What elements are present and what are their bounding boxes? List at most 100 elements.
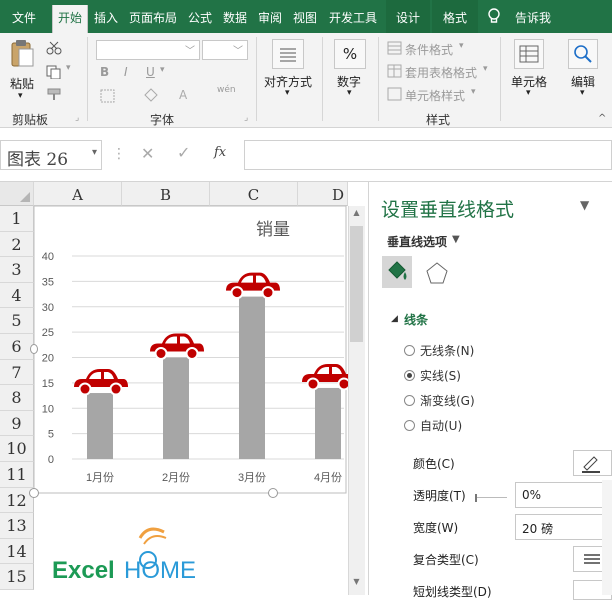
row-header-15[interactable]: 15	[0, 564, 34, 590]
color-picker-button[interactable]	[573, 450, 612, 476]
fill-line-tab[interactable]	[382, 256, 412, 288]
pentagon-effects-icon[interactable]	[425, 260, 449, 286]
section-collapse-icon[interactable]: ◢	[391, 314, 398, 324]
tab-view[interactable]: 视图	[288, 0, 322, 33]
chart-title[interactable]: 销量	[256, 220, 290, 239]
row-header-2[interactable]: 2	[0, 231, 34, 258]
enter-checkmark-icon[interactable]: ✓	[177, 143, 190, 162]
line-section-header[interactable]: 线条	[404, 311, 428, 328]
bar[interactable]	[315, 387, 341, 459]
transparency-slider-thumb[interactable]	[475, 494, 477, 502]
row-header-4[interactable]: 4	[0, 282, 34, 309]
bar[interactable]	[163, 357, 189, 460]
tab-chart-design[interactable]: 设计	[386, 0, 430, 33]
column-header-b[interactable]: B	[122, 182, 210, 206]
fill-color-icon[interactable]	[142, 87, 160, 103]
underline-dropdown-arrow[interactable]: ▾	[160, 65, 165, 75]
formula-input[interactable]	[244, 140, 612, 170]
column-header-d[interactable]: D	[298, 182, 348, 206]
radio-no-line-label[interactable]: 无线条(N)	[420, 342, 474, 359]
options-dropdown-arrow[interactable]: ▼	[452, 234, 460, 245]
scroll-down-icon[interactable]: ▼	[350, 577, 363, 589]
row-header-3[interactable]: 3	[0, 257, 34, 283]
transparency-input[interactable]: 0%	[515, 482, 612, 508]
tab-chart-format[interactable]: 格式	[432, 0, 478, 33]
chart-resize-handle[interactable]	[29, 488, 39, 498]
paste-dropdown-arrow[interactable]: ▾	[18, 91, 23, 101]
table-format-dropdown-arrow[interactable]: ▾	[483, 64, 488, 74]
bar[interactable]	[239, 296, 265, 459]
editing-dropdown-arrow[interactable]: ▾	[580, 88, 585, 98]
radio-gradient-line[interactable]	[404, 395, 415, 406]
name-box[interactable]: 图表 26 ▾	[0, 140, 102, 170]
tab-page-layout[interactable]: 页面布局	[124, 0, 182, 33]
copy-dropdown-arrow[interactable]: ▾	[66, 63, 71, 73]
tab-formulas[interactable]: 公式	[183, 0, 217, 33]
radio-solid-line[interactable]	[404, 370, 415, 381]
width-input[interactable]: 20 磅	[515, 514, 612, 540]
column-header-a[interactable]: A	[34, 182, 122, 206]
tab-data[interactable]: 数据	[218, 0, 252, 33]
collapse-ribbon-icon[interactable]: ^	[598, 113, 606, 124]
phonetic-button[interactable]: wén	[217, 85, 236, 95]
row-header-14[interactable]: 14	[0, 538, 34, 565]
cut-icon[interactable]	[46, 41, 62, 55]
scroll-up-icon[interactable]: ▲	[350, 208, 363, 220]
series-options-dropdown[interactable]: 垂直线选项	[387, 233, 447, 250]
row-header-7[interactable]: 7	[0, 359, 34, 386]
row-header-10[interactable]: 10	[0, 436, 34, 462]
italic-button[interactable]: I	[124, 65, 128, 79]
scrollbar-thumb[interactable]	[350, 226, 363, 342]
paste-button[interactable]: 粘贴	[10, 75, 34, 92]
bold-button[interactable]: B	[100, 65, 109, 79]
pane-options-dropdown-icon[interactable]: ▼	[580, 198, 589, 212]
cancel-icon[interactable]: ✕	[141, 144, 154, 163]
clipboard-launcher-icon[interactable]: ⌟	[75, 113, 79, 123]
row-header-6[interactable]: 6	[0, 334, 34, 360]
format-as-table-button[interactable]: 套用表格格式	[405, 64, 477, 81]
chart-resize-handle[interactable]	[268, 488, 278, 498]
name-box-dropdown-icon[interactable]: ▾	[92, 147, 97, 158]
radio-gradient-line-label[interactable]: 渐变线(G)	[420, 392, 475, 409]
row-header-1[interactable]: 1	[0, 206, 34, 232]
conditional-format-button[interactable]: 条件格式	[405, 41, 453, 58]
insert-function-icon[interactable]: fx	[214, 145, 226, 160]
chart-resize-handle[interactable]	[30, 344, 38, 354]
bar[interactable]	[87, 393, 113, 459]
radio-no-line[interactable]	[404, 345, 415, 356]
cond-format-dropdown-arrow[interactable]: ▾	[459, 41, 464, 51]
tell-me-search[interactable]: 告诉我	[508, 0, 558, 33]
column-header-c[interactable]: C	[210, 182, 298, 206]
row-header-13[interactable]: 13	[0, 513, 34, 539]
font-size-dropdown[interactable]: ﹀	[202, 40, 248, 60]
row-header-5[interactable]: 5	[0, 308, 34, 334]
radio-automatic-label[interactable]: 自动(U)	[420, 417, 462, 434]
cell-styles-dropdown-arrow[interactable]: ▾	[471, 87, 476, 97]
underline-button[interactable]: U	[146, 65, 155, 79]
alignment-dropdown-arrow[interactable]: ▾	[285, 88, 290, 98]
pane-scrollbar[interactable]	[602, 480, 612, 595]
row-header-11[interactable]: 11	[0, 462, 34, 488]
tab-home[interactable]: 开始	[52, 5, 88, 33]
font-name-dropdown[interactable]: ﹀	[96, 40, 200, 60]
cells-dropdown-arrow[interactable]: ▾	[526, 88, 531, 98]
select-all-corner[interactable]	[0, 182, 34, 206]
tab-file[interactable]: 文件	[4, 0, 44, 33]
radio-automatic[interactable]	[404, 420, 415, 431]
font-color-icon[interactable]: A	[176, 87, 192, 103]
tab-insert[interactable]: 插入	[89, 0, 123, 33]
radio-solid-line-label[interactable]: 实线(S)	[420, 367, 461, 384]
row-header-8[interactable]: 8	[0, 385, 34, 411]
copy-icon[interactable]	[46, 65, 62, 79]
tab-developer[interactable]: 开发工具	[323, 0, 383, 33]
cell-styles-button[interactable]: 单元格样式	[405, 87, 465, 104]
font-launcher-icon[interactable]: ⌟	[244, 113, 248, 123]
tab-review[interactable]: 审阅	[253, 0, 287, 33]
format-painter-icon[interactable]	[46, 87, 64, 101]
row-header-9[interactable]: 9	[0, 410, 34, 437]
borders-icon[interactable]	[100, 89, 116, 103]
transparency-slider-track[interactable]	[477, 497, 507, 498]
chart-area[interactable]: 销量 0 5 10 15 20 25 30 35 40 1月份 2月份 3月份 4月份	[34, 206, 348, 496]
group-divider	[87, 37, 88, 121]
number-dropdown-arrow[interactable]: ▾	[347, 88, 352, 98]
